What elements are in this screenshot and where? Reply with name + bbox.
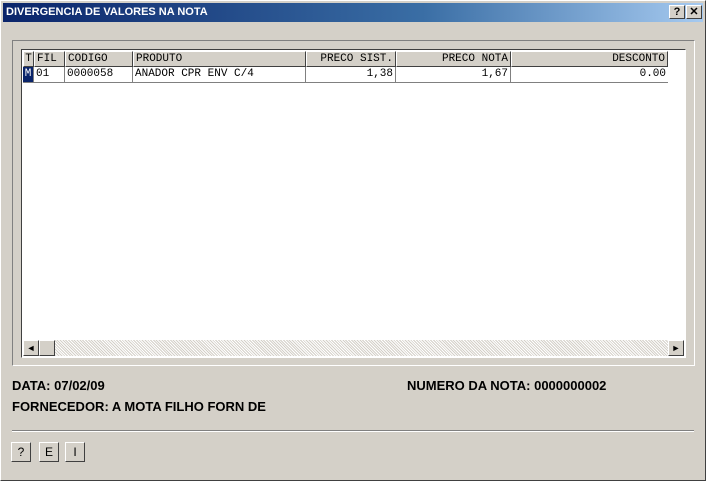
close-icon: ✕ bbox=[689, 6, 699, 18]
column-header-desconto[interactable]: DESCONTO bbox=[511, 51, 668, 67]
fornecedor-label: FORNECEDOR: A MOTA FILHO FORN DE bbox=[12, 399, 266, 414]
arrow-right-icon: ► bbox=[671, 343, 681, 353]
i-button[interactable]: I bbox=[65, 442, 85, 462]
close-button[interactable]: ✕ bbox=[686, 5, 702, 19]
column-header-produto[interactable]: PRODUTO bbox=[133, 51, 306, 67]
title-bar[interactable]: DIVERGENCIA DE VALORES NA NOTA bbox=[3, 3, 703, 22]
title-help-button[interactable]: ? bbox=[669, 5, 685, 19]
column-header-codigo[interactable]: CODIGO bbox=[65, 51, 133, 67]
numero-nota-label: NUMERO DA NOTA: 0000000002 bbox=[407, 378, 607, 393]
cell-desconto[interactable]: 0.00 bbox=[511, 67, 668, 83]
cell-produto[interactable]: ANADOR CPR ENV C/4 bbox=[133, 67, 306, 83]
scroll-thumb[interactable] bbox=[39, 340, 55, 356]
cell-fil[interactable]: 01 bbox=[34, 67, 65, 83]
e-button[interactable]: E bbox=[39, 442, 59, 462]
cell-preco-sist[interactable]: 1,38 bbox=[306, 67, 396, 83]
items-grid[interactable]: T FIL CODIGO PRODUTO PRECO SIST. PRECO N… bbox=[21, 49, 686, 358]
separator bbox=[12, 430, 694, 432]
column-header-fil[interactable]: FIL bbox=[34, 51, 65, 67]
column-header-preco-sist[interactable]: PRECO SIST. bbox=[306, 51, 396, 67]
dialog-window: DIVERGENCIA DE VALORES NA NOTA ? ✕ T FIL… bbox=[0, 0, 706, 481]
cell-codigo[interactable]: 0000058 bbox=[65, 67, 133, 83]
column-header-preco-nota[interactable]: PRECO NOTA bbox=[396, 51, 511, 67]
help-button[interactable]: ? bbox=[11, 442, 31, 462]
row-marker-cell[interactable]: M bbox=[23, 67, 34, 83]
horizontal-scrollbar[interactable]: ◄ ► bbox=[23, 340, 684, 356]
scroll-left-button[interactable]: ◄ bbox=[23, 340, 39, 356]
scroll-right-button[interactable]: ► bbox=[668, 340, 684, 356]
window-title: DIVERGENCIA DE VALORES NA NOTA bbox=[6, 6, 208, 18]
data-label: DATA: 07/02/09 bbox=[12, 378, 105, 393]
cell-preco-nota[interactable]: 1,67 bbox=[396, 67, 511, 83]
arrow-left-icon: ◄ bbox=[26, 343, 36, 353]
column-header-t[interactable]: T bbox=[23, 51, 34, 67]
